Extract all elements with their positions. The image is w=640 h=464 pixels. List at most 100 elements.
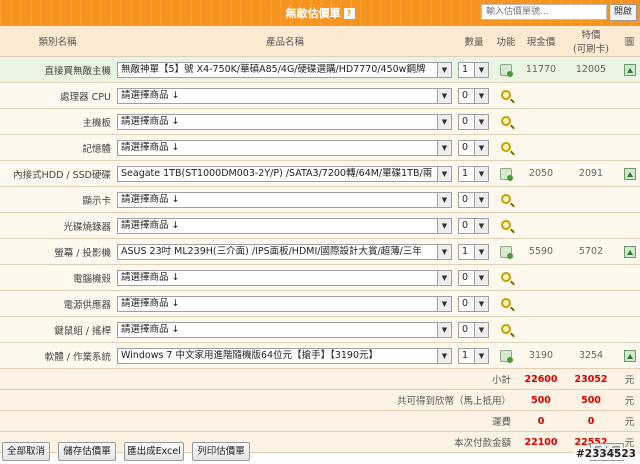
col-function-header: 功能 <box>493 26 519 57</box>
quantity-select-value: 1 <box>462 63 469 75</box>
chevron-down-icon[interactable]: ▼ <box>437 192 451 207</box>
table-row: 內接式HDD / SSD硬碟 Seagate 1TB(ST1000DM003-2Y… <box>0 160 640 187</box>
row-cash-price <box>519 82 563 109</box>
quantity-select[interactable]: 1 ▼ <box>458 165 489 182</box>
export-excel-button[interactable]: 匯出成Excel <box>124 442 184 461</box>
product-select[interactable]: 請選擇商品 ↓ ▼ <box>117 113 452 130</box>
magnifier-icon[interactable] <box>501 272 511 282</box>
magnifier-icon[interactable] <box>501 116 511 126</box>
magnifier-icon[interactable] <box>501 142 511 152</box>
chevron-down-icon[interactable]: ▼ <box>474 88 488 103</box>
quote-number-search-input[interactable] <box>481 4 607 20</box>
quantity-select-value: 0 <box>462 271 469 283</box>
cart-icon[interactable] <box>500 63 513 77</box>
product-select[interactable]: 請選擇商品 ↓ ▼ <box>117 191 452 208</box>
chevron-down-icon[interactable]: ▼ <box>437 114 451 129</box>
product-select[interactable]: 請選擇商品 ↓ ▼ <box>117 217 452 234</box>
cart-icon[interactable] <box>500 167 513 181</box>
cart-icon[interactable] <box>500 245 513 259</box>
save-quote-button[interactable]: 儲存估價單 <box>58 442 116 461</box>
chevron-down-icon[interactable]: ▼ <box>437 62 451 77</box>
quantity-select[interactable]: 0 ▼ <box>458 295 489 312</box>
product-select-value: Seagate 1TB(ST1000DM003-2Y/P) /SATA3/720… <box>121 167 433 179</box>
chevron-down-icon[interactable]: ▼ <box>474 244 488 259</box>
chevron-down-icon[interactable]: ▼ <box>474 322 488 337</box>
open-quote-button[interactable]: 開啟 <box>609 4 637 21</box>
product-select[interactable]: 無敵神單【5】號 X4-750K/華碩A85/4G/硬碟選購/HD7770/45… <box>117 61 452 78</box>
chevron-down-icon[interactable]: ▼ <box>474 218 488 233</box>
product-select[interactable]: 請選擇商品 ↓ ▼ <box>117 295 452 312</box>
product-select[interactable]: ASUS 23吋 ML239H(三介面) /IPS面板/HDMI/國際設計大賞/… <box>117 243 452 260</box>
quantity-select[interactable]: 0 ▼ <box>458 113 489 130</box>
help-icon[interactable]: ? <box>343 8 355 19</box>
col-qty-header: 數量 <box>455 26 493 57</box>
quantity-select[interactable]: 1 ▼ <box>458 347 489 364</box>
chevron-down-icon[interactable]: ▼ <box>437 270 451 285</box>
magnifier-icon[interactable] <box>501 90 511 100</box>
product-select[interactable]: 請選擇商品 ↓ ▼ <box>117 139 452 156</box>
quantity-select-value: 0 <box>462 115 469 127</box>
summary-label: 共可得到欣幣（馬上抵用） <box>0 389 519 411</box>
magnifier-icon[interactable] <box>501 298 511 308</box>
product-select-value: ASUS 23吋 ML239H(三介面) /IPS面板/HDMI/國際設計大賞/… <box>121 245 422 257</box>
image-icon[interactable] <box>623 167 636 180</box>
chevron-down-icon[interactable]: ▼ <box>474 348 488 363</box>
product-select-value: 請選擇商品 ↓ <box>121 219 180 231</box>
row-special-price <box>563 134 619 161</box>
row-cash-price <box>519 108 563 135</box>
quantity-select-value: 0 <box>462 219 469 231</box>
magnifier-icon[interactable] <box>501 324 511 334</box>
chevron-down-icon[interactable]: ▼ <box>437 244 451 259</box>
chevron-down-icon[interactable]: ▼ <box>474 270 488 285</box>
product-select[interactable]: Seagate 1TB(ST1000DM003-2Y/P) /SATA3/720… <box>117 165 452 182</box>
row-special-price <box>563 186 619 213</box>
chevron-down-icon[interactable]: ▼ <box>474 296 488 311</box>
chevron-down-icon[interactable]: ▼ <box>474 114 488 129</box>
summary-unit: 元 <box>619 389 640 411</box>
quantity-select[interactable]: 1 ▼ <box>458 243 489 260</box>
chevron-down-icon[interactable]: ▼ <box>437 296 451 311</box>
chevron-down-icon[interactable]: ▼ <box>474 166 488 181</box>
product-select[interactable]: Windows 7 中文家用進階隨機版64位元【搶手】【3190元】 ▼ <box>117 347 452 364</box>
quantity-select[interactable]: 0 ▼ <box>458 269 489 286</box>
chevron-down-icon[interactable]: ▼ <box>437 140 451 155</box>
chevron-down-icon[interactable]: ▼ <box>437 322 451 337</box>
chevron-down-icon[interactable]: ▼ <box>474 140 488 155</box>
clear-all-button[interactable]: 全部取消 <box>2 442 50 461</box>
chevron-down-icon[interactable]: ▼ <box>474 192 488 207</box>
quantity-select-value: 0 <box>462 323 469 335</box>
chevron-down-icon[interactable]: ▼ <box>437 218 451 233</box>
image-icon[interactable] <box>623 63 636 76</box>
row-special-price <box>563 316 619 343</box>
row-cash-price: 3190 <box>519 342 563 369</box>
row-special-price <box>563 212 619 239</box>
quantity-select[interactable]: 0 ▼ <box>458 139 489 156</box>
image-icon[interactable] <box>623 349 636 362</box>
product-select[interactable]: 請選擇商品 ↓ ▼ <box>117 321 452 338</box>
summary-unit: 元 <box>619 368 640 390</box>
chevron-down-icon[interactable]: ▼ <box>437 166 451 181</box>
col-product-header: 產品名稱 <box>115 26 455 57</box>
chevron-down-icon[interactable]: ▼ <box>474 62 488 77</box>
quantity-select[interactable]: 0 ▼ <box>458 321 489 338</box>
chevron-down-icon[interactable]: ▼ <box>437 88 451 103</box>
product-select[interactable]: 請選擇商品 ↓ ▼ <box>117 87 452 104</box>
row-cash-price <box>519 316 563 343</box>
product-select[interactable]: 請選擇商品 ↓ ▼ <box>117 269 452 286</box>
quantity-select[interactable]: 0 ▼ <box>458 87 489 104</box>
print-quote-button[interactable]: 列印估價單 <box>192 442 250 461</box>
quantity-select[interactable]: 0 ▼ <box>458 191 489 208</box>
quantity-select[interactable]: 1 ▼ <box>458 61 489 78</box>
image-icon[interactable] <box>623 245 636 258</box>
chevron-down-icon[interactable]: ▼ <box>437 348 451 363</box>
magnifier-icon[interactable] <box>501 220 511 230</box>
cart-icon[interactable] <box>500 349 513 363</box>
product-select-value: 請選擇商品 ↓ <box>121 141 180 153</box>
magnifier-icon[interactable] <box>501 194 511 204</box>
quantity-select[interactable]: 0 ▼ <box>458 217 489 234</box>
table-row: 軟體 / 作業系統 Windows 7 中文家用進階隨機版64位元【搶手】【319… <box>0 342 640 369</box>
product-select-value: 請選擇商品 ↓ <box>121 297 180 309</box>
table-row: 電源供應器 請選擇商品 ↓ ▼ 0 ▼ <box>0 290 640 317</box>
product-select-value: 請選擇商品 ↓ <box>121 323 180 335</box>
col-category-header: 類別名稱 <box>0 26 115 57</box>
